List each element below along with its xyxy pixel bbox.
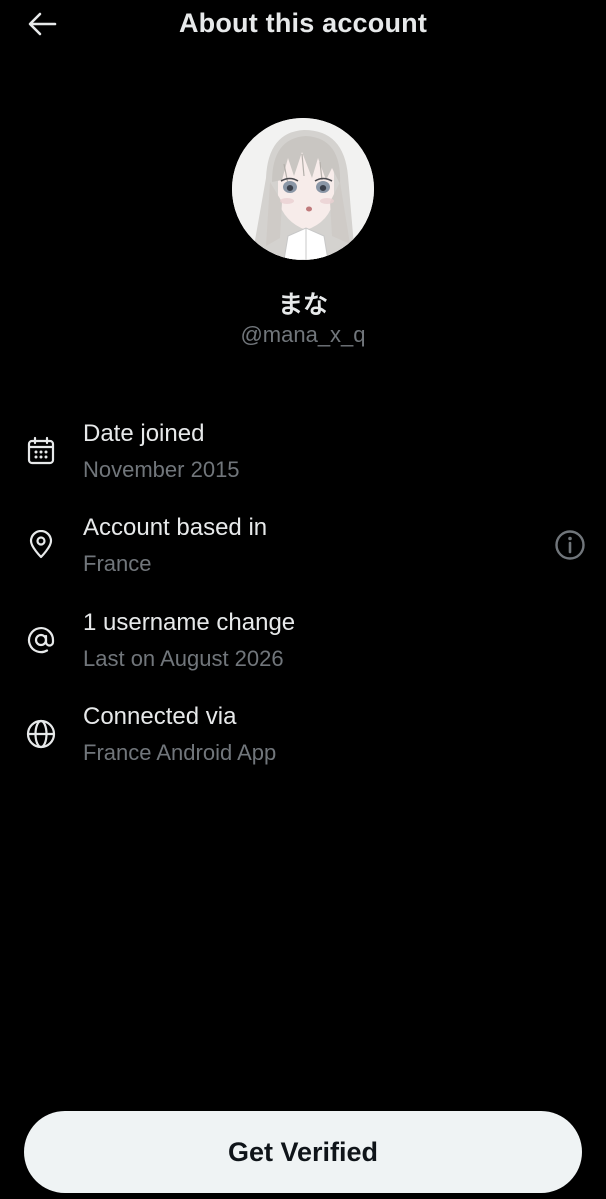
detail-value: France Android App: [83, 740, 277, 765]
calendar-icon: [24, 434, 58, 468]
info-circle-icon[interactable]: [553, 528, 587, 562]
display-name: まな: [277, 291, 328, 319]
globe-icon: [24, 717, 58, 751]
detail-account-based-in: Account based in France: [0, 506, 606, 586]
top-bar: About this account: [0, 0, 606, 50]
detail-label: Account based in: [83, 514, 268, 541]
page-title: About this account: [178, 8, 428, 38]
detail-value: Last on August 2026: [83, 646, 284, 671]
username-handle: @mana_x_q: [240, 322, 366, 347]
detail-date-joined: Date joined November 2015: [0, 412, 606, 492]
detail-label: 1 username change: [83, 609, 296, 636]
avatar: [232, 118, 374, 260]
detail-connected-via: Connected via France Android App: [0, 695, 606, 775]
detail-value: November 2015: [83, 457, 240, 482]
get-verified-button[interactable]: Get Verified: [24, 1111, 582, 1193]
at-sign-icon: [24, 623, 58, 657]
location-pin-icon: [24, 528, 58, 562]
detail-username-change: 1 username change Last on August 2026: [0, 601, 606, 681]
detail-label: Date joined: [83, 420, 205, 447]
detail-value: France: [83, 551, 152, 576]
detail-label: Connected via: [83, 703, 237, 730]
